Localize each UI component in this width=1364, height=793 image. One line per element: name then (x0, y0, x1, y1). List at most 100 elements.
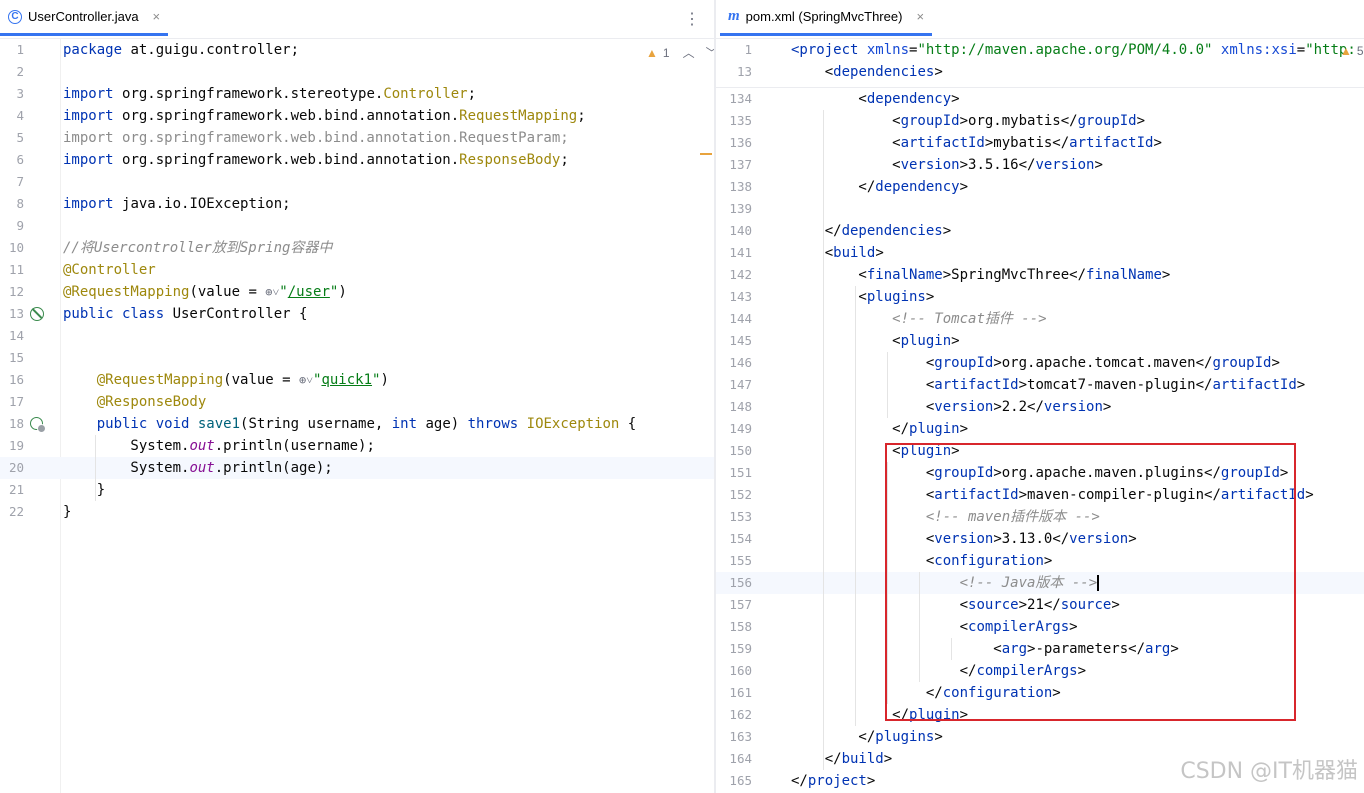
line-number[interactable]: 144 (722, 308, 752, 330)
code-text[interactable]: <version>3.5.16</version> (791, 154, 1103, 176)
line-number[interactable]: 18 (0, 413, 24, 435)
code-text[interactable]: <dependencies> (791, 61, 943, 83)
line-number[interactable]: 148 (722, 396, 752, 418)
line-number[interactable]: 139 (722, 198, 752, 220)
code-text[interactable]: <groupId>org.apache.tomcat.maven</groupI… (791, 352, 1280, 374)
code-text[interactable]: <artifactId>tomcat7-maven-plugin</artifa… (791, 374, 1305, 396)
code-line[interactable]: 134 <dependency> (716, 88, 1364, 110)
code-line[interactable]: 18 public void save1(String username, in… (0, 413, 714, 435)
sticky-lines-header[interactable]: 1 <project xmlns = "http://maven.apache.org… (716, 39, 1364, 88)
code-text[interactable]: @ResponseBody (63, 391, 207, 413)
code-line[interactable]: 14 (0, 325, 714, 347)
line-number[interactable]: 147 (722, 374, 752, 396)
code-line[interactable]: 2 (0, 61, 714, 83)
code-line[interactable]: 149 </plugin> (716, 418, 1364, 440)
line-number[interactable]: 10 (0, 237, 24, 259)
code-line[interactable]: 141 <build> (716, 242, 1364, 264)
code-line[interactable]: 135 <groupId>org.mybatis</groupId> (716, 110, 1364, 132)
line-number[interactable]: 6 (0, 149, 24, 171)
line-number[interactable]: 17 (0, 391, 24, 413)
line-number[interactable]: 163 (722, 726, 752, 748)
code-line[interactable]: 6 import org.springframework.web.bind.ann… (0, 149, 714, 171)
code-line[interactable]: 7 (0, 171, 714, 193)
code-text[interactable]: <artifactId>mybatis</artifactId> (791, 132, 1162, 154)
code-text[interactable]: import java.io.IOException; (63, 193, 291, 215)
more-options-icon[interactable]: ⋮ (684, 9, 700, 29)
line-number[interactable]: 4 (0, 105, 24, 127)
line-number[interactable]: 140 (722, 220, 752, 242)
code-line[interactable]: 9 (0, 215, 714, 237)
code-text[interactable]: </plugin> (791, 418, 968, 440)
code-line[interactable]: 145 <plugin> (716, 330, 1364, 352)
close-icon[interactable]: × (916, 9, 924, 24)
code-text[interactable]: @RequestMapping(value = ⊕˅"/user") (63, 281, 347, 303)
line-number[interactable]: 164 (722, 748, 752, 770)
line-number[interactable]: 145 (722, 330, 752, 352)
code-text[interactable]: </dependencies> (791, 220, 951, 242)
line-number[interactable]: 157 (722, 594, 752, 616)
code-text[interactable]: public void save1(String username, int a… (63, 413, 637, 435)
line-number[interactable]: 137 (722, 154, 752, 176)
line-number[interactable]: 138 (722, 176, 752, 198)
line-number[interactable]: 13 (722, 61, 752, 83)
code-line[interactable]: 147 <artifactId>tomcat7-maven-plugin</ar… (716, 374, 1364, 396)
code-line[interactable]: 137 <version>3.5.16</version> (716, 154, 1364, 176)
code-text[interactable]: </build> (791, 748, 892, 770)
bean-icon[interactable] (30, 307, 44, 321)
line-number[interactable]: 134 (722, 88, 752, 110)
line-number[interactable]: 156 (722, 572, 752, 594)
code-text[interactable]: } (63, 479, 105, 501)
code-line[interactable]: 163 </plugins> (716, 726, 1364, 748)
line-number[interactable]: 20 (0, 457, 24, 479)
line-number[interactable]: 141 (722, 242, 752, 264)
code-line[interactable]: 19 System.out.println(username); (0, 435, 714, 457)
line-number[interactable]: 8 (0, 193, 24, 215)
code-line[interactable]: 22} (0, 501, 714, 523)
line-number[interactable]: 14 (0, 325, 24, 347)
code-line[interactable]: 143 <plugins> (716, 286, 1364, 308)
code-line[interactable]: 138 </dependency> (716, 176, 1364, 198)
code-text[interactable]: import org.springframework.stereotype.Co… (63, 83, 476, 105)
line-number[interactable]: 154 (722, 528, 752, 550)
code-line[interactable]: 16 @RequestMapping(value = ⊕˅"quick1") (0, 369, 714, 391)
line-number[interactable]: 2 (0, 61, 24, 83)
code-line[interactable]: 1 <project xmlns = "http://maven.apache.org… (716, 39, 1364, 61)
code-line[interactable]: 21 } (0, 479, 714, 501)
line-number[interactable]: 150 (722, 440, 752, 462)
java-editor-pane[interactable]: C UserController.java × ⋮ ▲ 1 ︿ ﹀ 1 packa… (0, 0, 718, 793)
line-number[interactable]: 11 (0, 259, 24, 281)
line-number[interactable]: 16 (0, 369, 24, 391)
code-text[interactable]: import org.springframework.web.bind.anno… (63, 149, 569, 171)
line-number[interactable]: 161 (722, 682, 752, 704)
code-text[interactable]: <version>2.2</version> (791, 396, 1111, 418)
xml-editor-pane[interactable]: m pom.xml (SpringMvcThree) × ▲ 5 1 <proje… (716, 0, 1364, 793)
code-line[interactable]: 142 <finalName>SpringMvcThree</finalName… (716, 264, 1364, 286)
line-number[interactable]: 12 (0, 281, 24, 303)
inspection-widget[interactable]: ▲ 5 (1340, 44, 1364, 58)
line-number[interactable]: 146 (722, 352, 752, 374)
line-number[interactable]: 143 (722, 286, 752, 308)
java-code-area[interactable]: 1 package at.guigu.controller; 2 3 import or… (0, 39, 714, 793)
line-number[interactable]: 135 (722, 110, 752, 132)
code-text[interactable]: <build> (791, 242, 884, 264)
line-number[interactable]: 151 (722, 462, 752, 484)
code-text[interactable]: @RequestMapping(value = ⊕˅"quick1") (63, 369, 389, 391)
code-line[interactable]: 8 import java.io.IOException; (0, 193, 714, 215)
line-number[interactable]: 153 (722, 506, 752, 528)
code-text[interactable]: <dependency> (791, 88, 959, 110)
code-text[interactable]: </plugins> (791, 726, 942, 748)
tab-usercontroller-java[interactable]: C UserController.java × (0, 0, 169, 36)
line-number[interactable]: 9 (0, 215, 24, 237)
code-line[interactable]: 3 import org.springframework.stereotype.C… (0, 83, 714, 105)
code-line[interactable]: 12 @RequestMapping(value = ⊕˅"/user") (0, 281, 714, 303)
code-text[interactable]: } (63, 501, 71, 523)
tab-pom-xml[interactable]: m pom.xml (SpringMvcThree) × (720, 0, 933, 36)
line-number[interactable]: 22 (0, 501, 24, 523)
line-number[interactable]: 160 (722, 660, 752, 682)
code-line[interactable]: 140 </dependencies> (716, 220, 1364, 242)
code-line[interactable]: 148 <version>2.2</version> (716, 396, 1364, 418)
code-line[interactable]: 17 @ResponseBody (0, 391, 714, 413)
code-text[interactable]: <!-- Tomcat插件 --> (791, 308, 1046, 330)
line-number[interactable]: 142 (722, 264, 752, 286)
code-line[interactable]: 1 package at.guigu.controller; (0, 39, 714, 61)
